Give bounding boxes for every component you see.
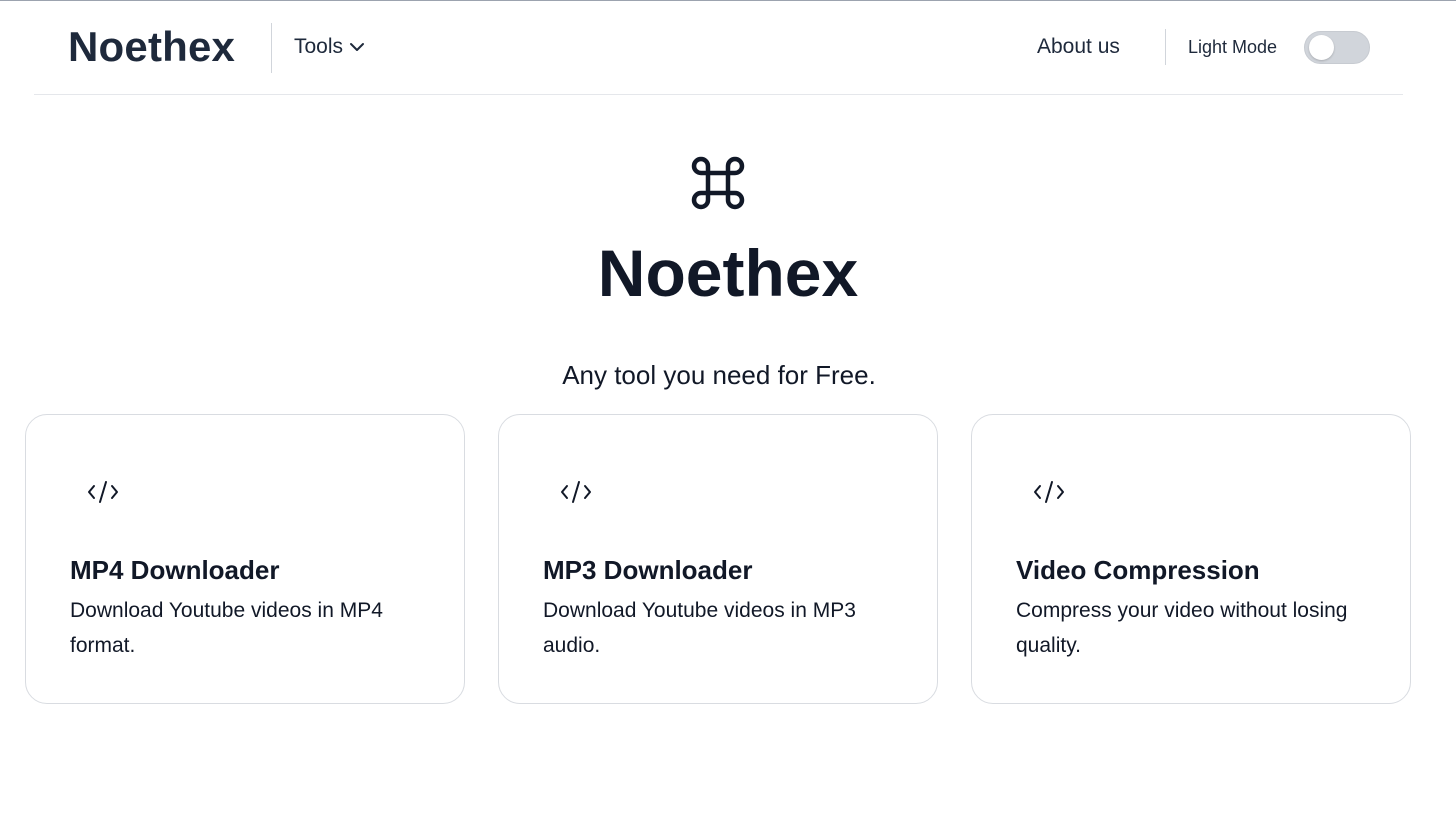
about-us-link[interactable]: About us: [1037, 35, 1120, 59]
tools-menu-button[interactable]: Tools: [294, 35, 365, 59]
card-description: Download Youtube videos in MP3 audio.: [543, 599, 856, 657]
tool-card-mp4-downloader[interactable]: MP4 Downloader Download Youtube videos i…: [25, 414, 465, 704]
card-title: MP4 Downloader: [70, 555, 280, 585]
tool-card-video-compression[interactable]: Video Compression Compress your video wi…: [971, 414, 1411, 704]
hero-subtitle: Any tool you need for Free.: [562, 360, 876, 390]
code-icon: [88, 481, 118, 503]
light-mode-label: Light Mode: [1188, 37, 1278, 57]
command-icon: [691, 156, 745, 210]
code-icon: [561, 481, 591, 503]
brand-logo[interactable]: Noethex: [68, 23, 235, 71]
nav-divider-right: [1165, 29, 1166, 65]
card-description: Compress your video without losing quali…: [1016, 599, 1348, 657]
tools-label: Tools: [294, 35, 344, 58]
nav-divider: [271, 23, 272, 73]
card-title: Video Compression: [1016, 555, 1260, 585]
card-title: MP3 Downloader: [543, 555, 753, 585]
hero-title: Noethex: [597, 236, 859, 310]
code-icon: [1034, 481, 1064, 503]
theme-toggle[interactable]: [1304, 31, 1370, 64]
chevron-down-icon: [350, 43, 365, 51]
card-description: Download Youtube videos in MP4 format.: [70, 599, 383, 657]
top-navbar: Noethex Tools About us Light Mode: [34, 1, 1403, 95]
toggle-knob: [1309, 35, 1334, 60]
page: Noethex Tools About us Light Mode Noethe…: [0, 0, 1456, 835]
tool-card-mp3-downloader[interactable]: MP3 Downloader Download Youtube videos i…: [498, 414, 938, 704]
